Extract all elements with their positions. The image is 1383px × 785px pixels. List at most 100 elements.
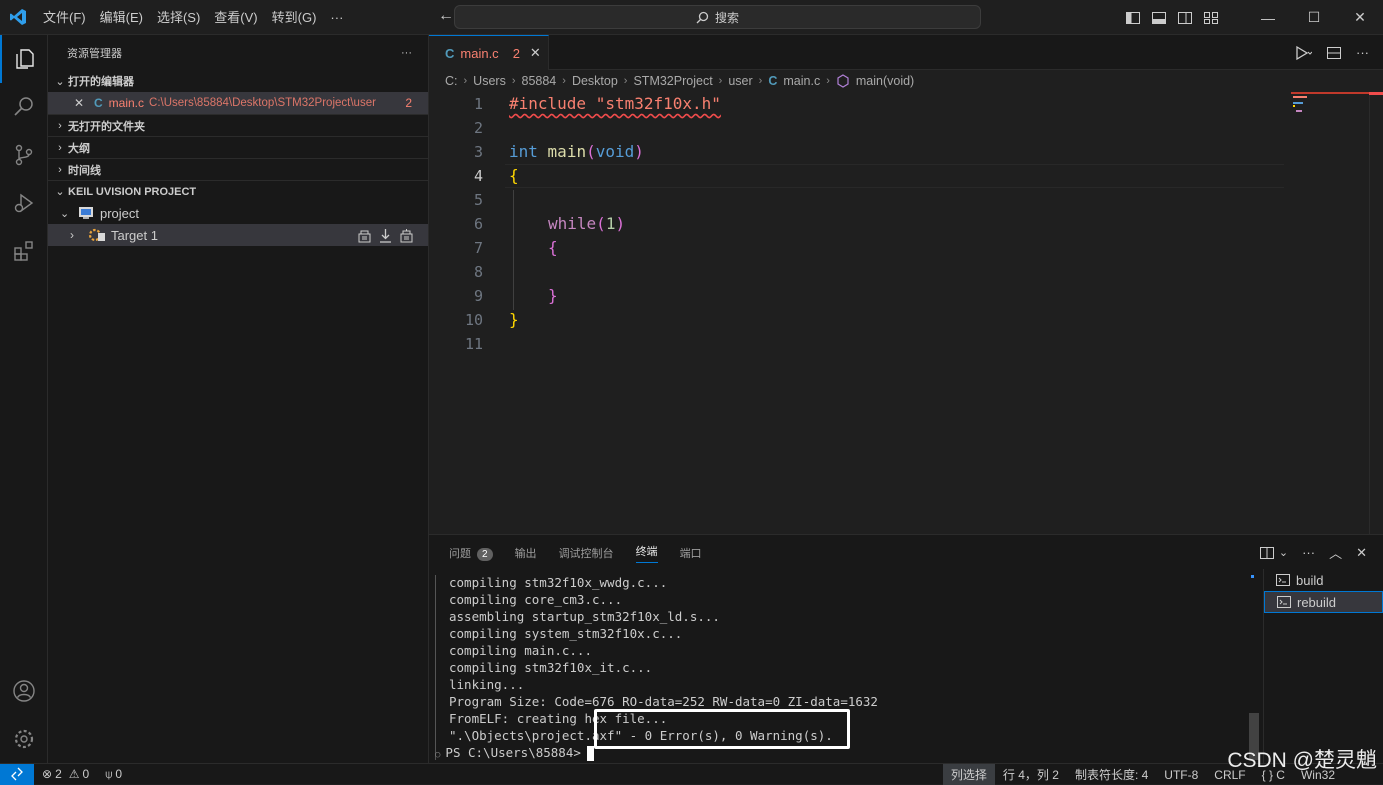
code-function: main xyxy=(547,142,587,161)
toggle-panel-icon[interactable] xyxy=(1151,10,1167,26)
toggle-primary-sidebar-icon[interactable] xyxy=(1125,10,1141,26)
cursor-position-status[interactable]: 行 4，列 2 xyxy=(995,764,1067,785)
tree-item-target[interactable]: › Target 1 xyxy=(48,224,428,246)
menu-edit[interactable]: 编辑(E) xyxy=(93,0,150,35)
code-editor[interactable]: 1 2 3 4 5 6 7 8 9 10 11 #include "stm32f… xyxy=(429,92,1383,534)
menu-file[interactable]: 文件(F) xyxy=(36,0,93,35)
settings-gear-icon[interactable] xyxy=(0,715,48,763)
search-icon xyxy=(696,11,709,23)
run-icon[interactable] xyxy=(1294,45,1312,61)
problems-status[interactable]: ⊗ 2 ⚠ 0 xyxy=(34,764,97,785)
code-paren: ) xyxy=(634,142,644,161)
terminal-line: assembling startup_stm32f10x_ld.s... xyxy=(449,609,720,624)
breadcrumb-item[interactable]: Users xyxy=(473,74,506,88)
terminal-cursor xyxy=(586,746,594,761)
terminal-item-rebuild[interactable]: rebuild xyxy=(1264,591,1383,613)
close-window-button[interactable]: ✕ xyxy=(1337,0,1383,35)
indent-guide xyxy=(513,190,514,310)
breadcrumb-item[interactable]: C: xyxy=(445,74,458,88)
breadcrumb-item[interactable]: Desktop xyxy=(572,74,618,88)
tree-item-project[interactable]: ⌄ project xyxy=(48,202,428,224)
code-brace: { xyxy=(548,238,558,257)
terminal-icon xyxy=(1277,596,1291,608)
target-label: Target 1 xyxy=(111,227,158,243)
download-icon[interactable] xyxy=(378,228,393,243)
sidebar-more-button[interactable]: ··· xyxy=(401,47,412,59)
tab-problems[interactable]: 问题 2 xyxy=(449,545,493,561)
customize-layout-icon[interactable] xyxy=(1203,10,1219,26)
run-debug-icon[interactable] xyxy=(0,179,48,227)
extensions-icon[interactable] xyxy=(0,227,48,275)
tab-debug-console[interactable]: 调试控制台 xyxy=(559,545,614,561)
line-number: 4 xyxy=(473,167,483,185)
chevron-right-icon: › xyxy=(70,228,74,242)
search-label: 搜索 xyxy=(714,10,739,25)
chevron-down-icon: ⌄ xyxy=(60,207,70,220)
close-icon[interactable]: ✕ xyxy=(74,96,94,110)
keil-project-label: KEIL UVISION PROJECT xyxy=(68,185,197,198)
no-folder-label: 无打开的文件夹 xyxy=(68,120,145,133)
encoding-status[interactable]: UTF-8 xyxy=(1156,764,1206,785)
minimize-button[interactable]: — xyxy=(1245,0,1291,35)
chevron-down-icon[interactable]: ⌄ xyxy=(1279,546,1288,559)
menu-selection[interactable]: 选择(S) xyxy=(150,0,207,35)
tab-size-status[interactable]: 制表符长度: 4 xyxy=(1067,764,1156,785)
chevron-right-icon: › xyxy=(58,119,62,132)
terminal-item-build[interactable]: build xyxy=(1264,569,1383,591)
maximize-button[interactable]: ☐ xyxy=(1291,0,1337,35)
tab-problem-count: 2 xyxy=(512,45,520,61)
no-folder-section[interactable]: › 无打开的文件夹 xyxy=(48,114,428,136)
split-terminal-icon[interactable] xyxy=(1259,545,1275,561)
outline-section[interactable]: › 大纲 xyxy=(48,136,428,158)
close-panel-icon[interactable]: ✕ xyxy=(1356,545,1367,561)
tab-output[interactable]: 输出 xyxy=(515,545,537,561)
remote-icon[interactable] xyxy=(0,763,34,785)
maximize-panel-icon[interactable]: ︿ xyxy=(1329,543,1342,562)
open-editor-item-main-c[interactable]: ✕ C main.c C:\Users\85884\Desktop\STM32P… xyxy=(48,92,428,114)
terminal-line: compiling main.c... xyxy=(449,643,592,658)
menu-more[interactable]: ··· xyxy=(323,0,350,35)
column-select-status[interactable]: 列选择 xyxy=(942,764,995,785)
terminal-line: compiling system_stm32f10x.c... xyxy=(449,626,683,641)
broadcast-icon: ⍦ xyxy=(105,766,113,781)
code-number: 1 xyxy=(605,214,616,233)
explorer-icon[interactable] xyxy=(0,35,48,83)
rebuild-icon[interactable] xyxy=(399,228,414,243)
tab-main-c[interactable]: C main.c 2 ✕ xyxy=(429,35,549,70)
account-icon[interactable] xyxy=(0,667,48,715)
menu-go[interactable]: 转到(G) xyxy=(265,0,324,35)
watermark: CSDN @楚灵魈 xyxy=(1227,749,1377,772)
tab-ports[interactable]: 端口 xyxy=(680,545,702,561)
close-icon[interactable]: ✕ xyxy=(530,45,541,61)
breadcrumb-item[interactable]: main(void) xyxy=(856,74,914,88)
minimap[interactable] xyxy=(1291,92,1383,534)
terminal-line: linking... xyxy=(449,677,525,692)
more-actions-icon[interactable]: ··· xyxy=(1302,545,1315,560)
build-icon[interactable] xyxy=(357,228,372,243)
ports-status[interactable]: ⍦ 0 xyxy=(97,764,130,785)
highlight-box xyxy=(594,709,850,749)
code-keyword: void xyxy=(595,142,635,161)
timeline-section[interactable]: › 时间线 xyxy=(48,158,428,180)
breadcrumb-item[interactable]: main.c xyxy=(783,74,820,88)
breadcrumb-item[interactable]: user xyxy=(728,74,752,88)
open-editors-section[interactable]: ⌄ 打开的编辑器 xyxy=(48,70,428,92)
more-actions-icon[interactable]: ··· xyxy=(1356,45,1369,60)
vscode-logo-icon xyxy=(0,0,36,35)
open-editors-label: 打开的编辑器 xyxy=(68,76,134,88)
line-number: 5 xyxy=(473,191,483,209)
tab-terminal[interactable]: 终端 xyxy=(635,543,658,563)
command-center-search[interactable]: 搜索 xyxy=(454,5,981,29)
search-activity-icon[interactable] xyxy=(0,83,48,131)
c-file-icon: C xyxy=(94,96,103,110)
back-arrow-icon[interactable]: ← xyxy=(438,7,454,25)
keil-project-section[interactable]: ⌄ KEIL UVISION PROJECT xyxy=(48,180,428,202)
breadcrumb-item[interactable]: 85884 xyxy=(522,74,557,88)
breadcrumb-item[interactable]: STM32Project xyxy=(633,74,712,88)
function-symbol-icon xyxy=(837,74,849,88)
terminal-scrollbar[interactable] xyxy=(1249,575,1259,760)
toggle-secondary-sidebar-icon[interactable] xyxy=(1177,10,1193,26)
split-editor-icon[interactable] xyxy=(1326,45,1342,61)
source-control-icon[interactable] xyxy=(0,131,48,179)
menu-view[interactable]: 查看(V) xyxy=(207,0,264,35)
